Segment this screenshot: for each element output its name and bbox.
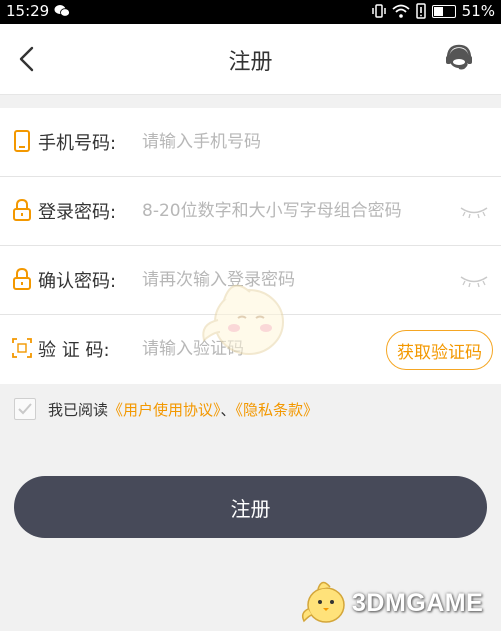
agreement-row: 我已阅读《用户使用协议》、《隐私条款》 [14,396,494,424]
site-watermark: 3DMGAME [300,575,500,627]
user-agreement-link[interactable]: 《用户使用协议》 [108,401,221,419]
agreement-separator: 、 [220,401,236,419]
status-time: 15:29 [6,2,50,20]
confirm-password-label: 确认密码: [38,271,117,292]
verification-code-row: 验 证 码: 获取验证码 [0,315,501,383]
status-icons: 51% [371,2,495,20]
chick-logo-icon [301,581,345,623]
battery-fill [433,6,443,16]
eye-closed-icon[interactable] [459,274,489,288]
scan-icon [12,338,32,358]
phone-icon [14,130,30,152]
phone-input[interactable] [142,122,442,162]
phone-row: 手机号码: [0,108,501,177]
top-nav-bar: 注册 [0,24,501,95]
battery-icon [431,4,456,18]
checkmark-icon [18,403,32,415]
agreement-text: 我已阅读《用户使用协议》、《隐私条款》 [48,399,318,420]
vibrate-icon [371,4,386,18]
password-row: 登录密码: [0,177,501,246]
lock-icon [13,268,31,290]
password-input[interactable] [142,191,442,231]
verification-code-label: 验 证 码: [38,340,110,361]
get-code-button[interactable]: 获取验证码 [386,330,493,370]
wifi-icon [392,4,410,18]
agreement-prefix: 我已阅读 [48,401,109,419]
page-title: 注册 [228,50,273,75]
phone-label: 手机号码: [38,133,117,154]
agreement-checkbox[interactable] [14,398,36,420]
confirm-password-row: 确认密码: [0,246,501,315]
confirm-password-input[interactable] [142,260,442,300]
register-form: 手机号码: 登录密码: 确认密码: [0,108,501,384]
register-button[interactable]: 注册 [14,476,487,538]
verification-code-input[interactable] [142,329,342,369]
watermark-text: 3DMGAME [352,589,484,617]
status-bar: 15:29 51% [0,0,501,24]
battery-percent: 51% [461,2,495,20]
eye-closed-icon[interactable] [459,205,489,219]
wechat-icon [54,5,70,17]
customer-service-headset-icon[interactable] [443,42,475,74]
lock-icon [13,199,31,221]
privacy-policy-link[interactable]: 《隐私条款》 [236,401,319,419]
password-label: 登录密码: [38,202,117,223]
sim-alert-icon [415,3,426,19]
